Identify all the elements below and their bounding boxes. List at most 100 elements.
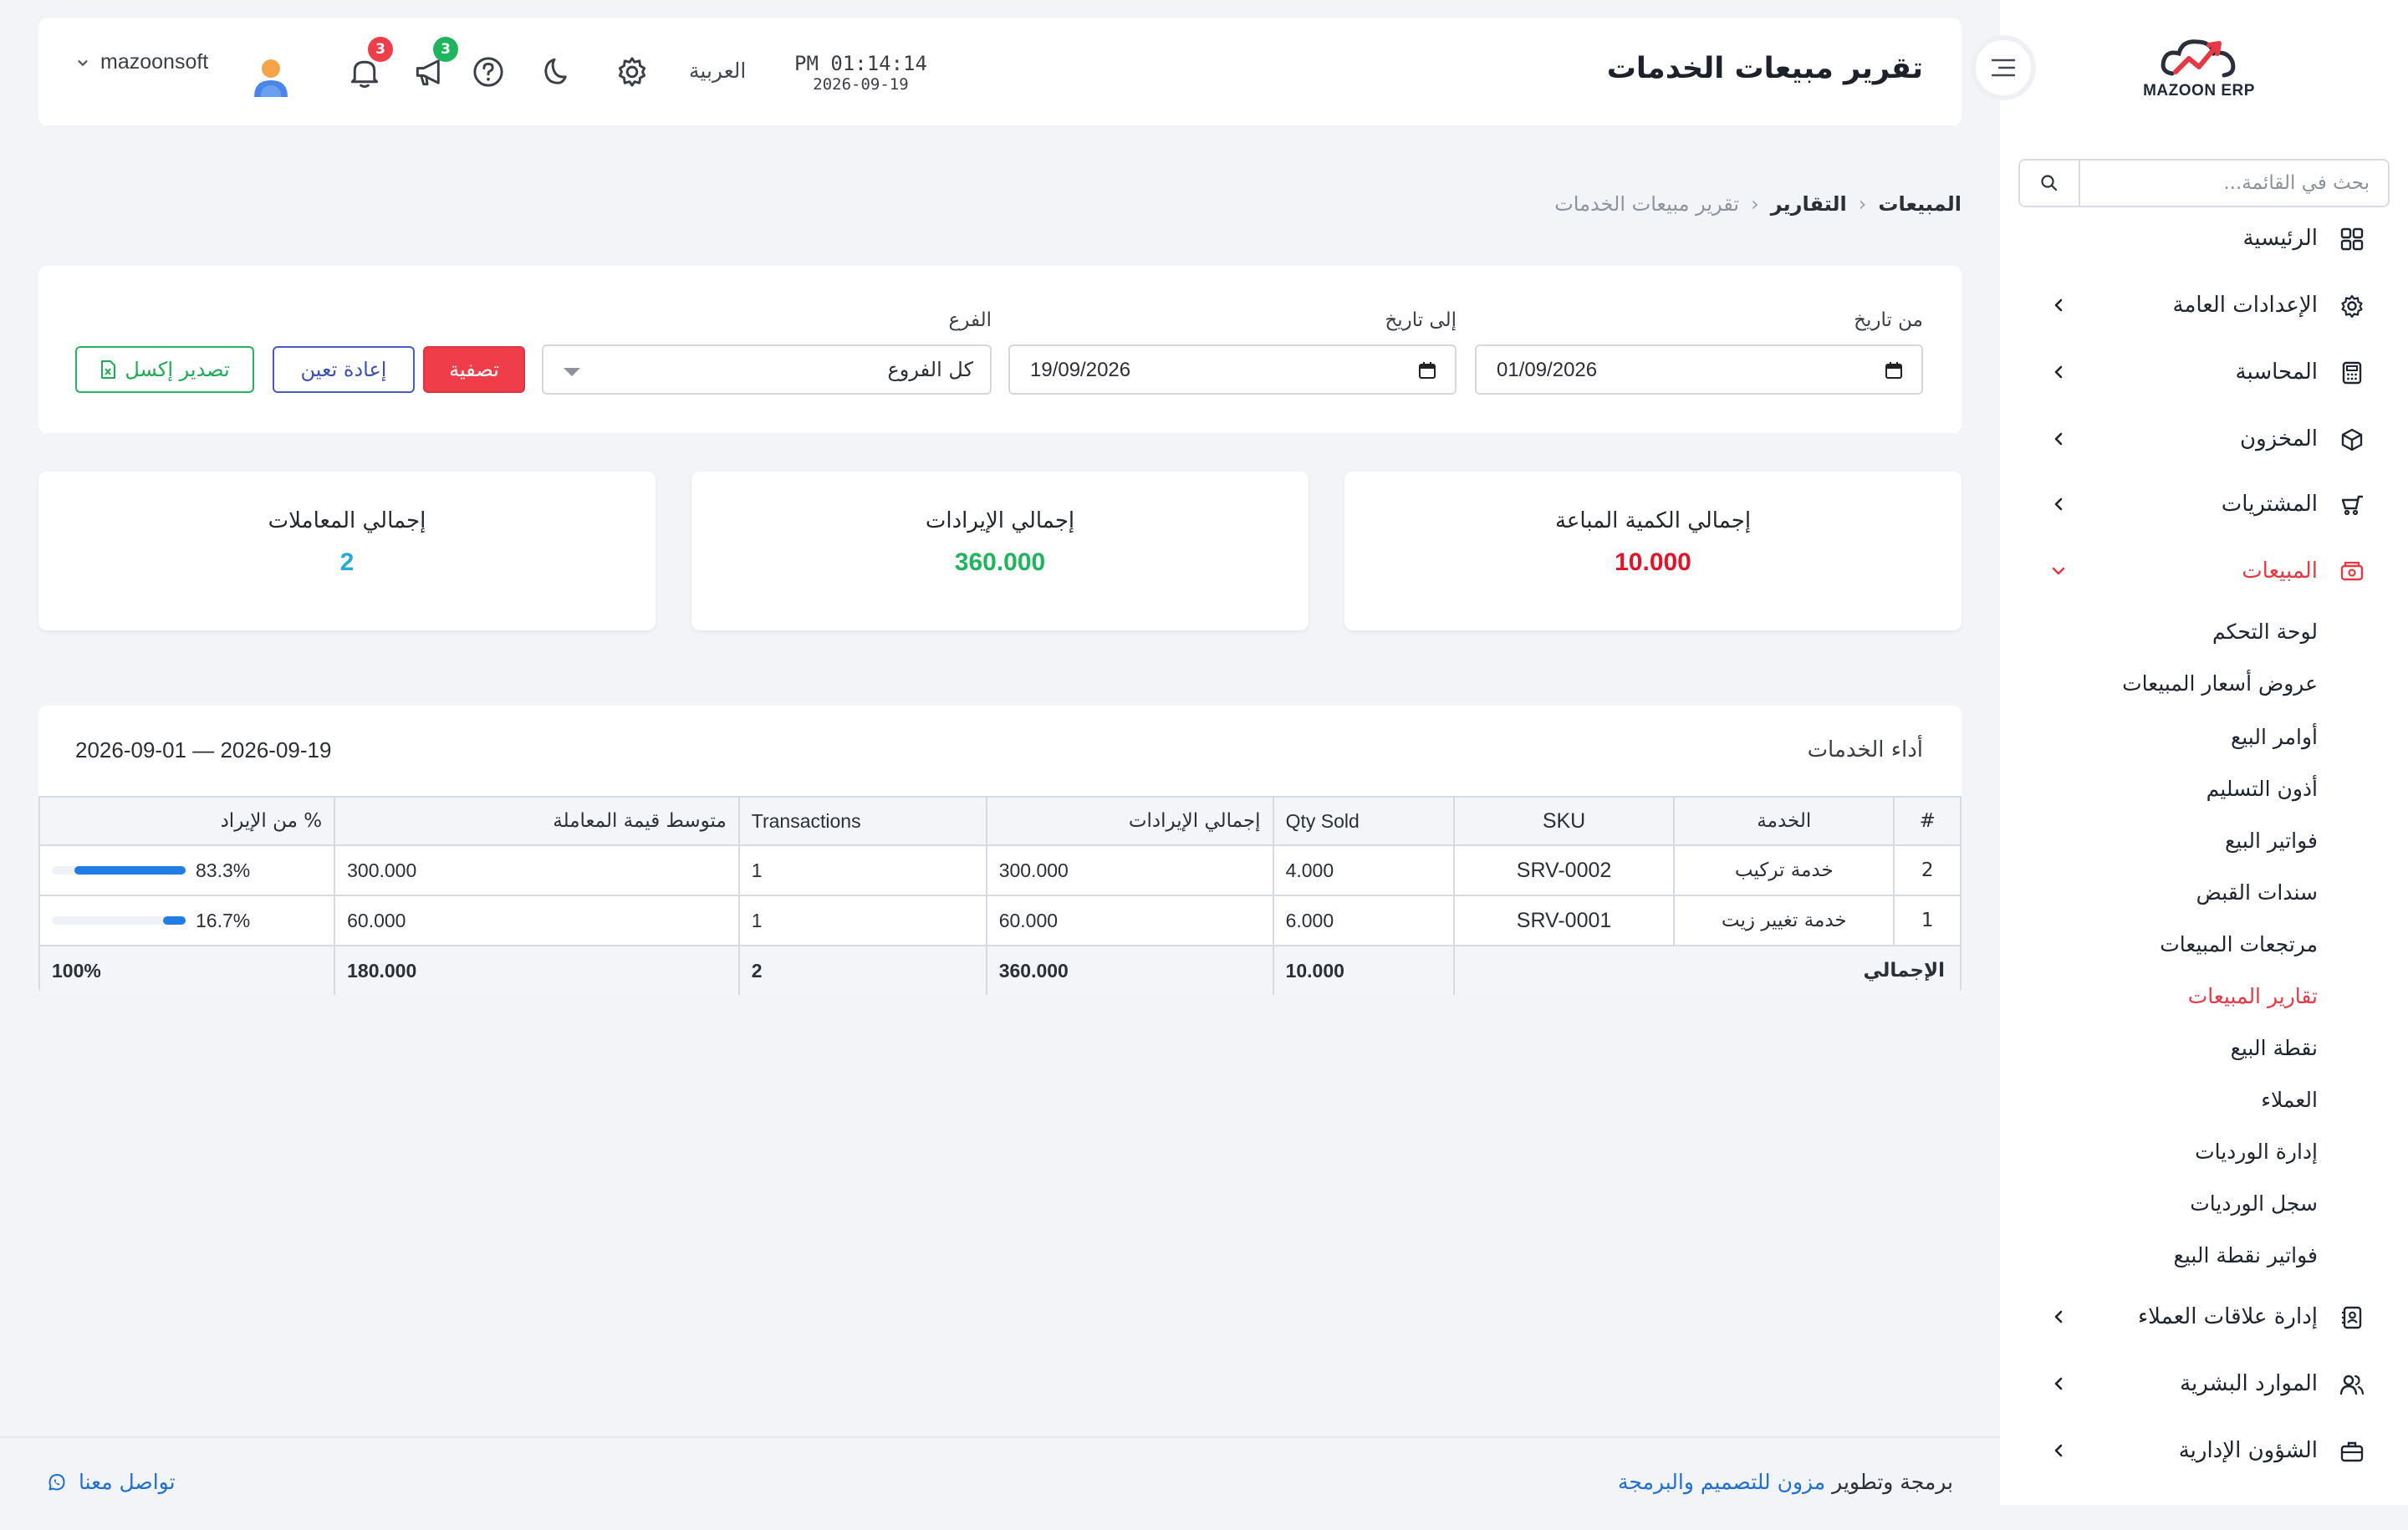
breadcrumb-reports[interactable]: التقارير (1771, 192, 1847, 216)
sales-sub-receipts[interactable]: سندات القبض (2196, 880, 2318, 905)
sales-sub-pos-invoices[interactable]: فواتير نقطة البيع (2174, 1243, 2318, 1267)
col-revenue[interactable]: إجمالي الإيرادات (985, 796, 1274, 846)
export-excel-button[interactable]: تصدير إكسل (75, 346, 254, 393)
sidebar-item-admin-affairs[interactable]: الشؤون الإدارية (2000, 1425, 2408, 1476)
stat-card-qty: إجمالي الكمية المباعة 10.000 (1344, 472, 1962, 630)
sales-sub-orders[interactable]: أوامر البيع (2231, 725, 2318, 749)
notifications-button[interactable]: 3 (346, 37, 393, 90)
announcements-button[interactable]: 3 (411, 37, 458, 90)
moon-icon (544, 58, 567, 84)
language-switch[interactable]: العربية (689, 59, 746, 83)
sales-sub-customers[interactable]: العملاء (2261, 1088, 2318, 1112)
to-date-label: إلى تاريخ (1385, 309, 1457, 331)
chevron-left-icon (2054, 298, 2063, 312)
sales-sub-dashboard[interactable]: لوحة التحكم (2212, 620, 2318, 644)
sales-sub-delivery[interactable]: أذون التسليم (2206, 777, 2318, 801)
cell-revenue: 60.000 (985, 895, 1274, 946)
sidebar-item-general-settings[interactable]: الإعدادات العامة (2000, 280, 2408, 330)
reset-button[interactable]: إعادة تعين (273, 346, 415, 393)
sidebar-toggle-button[interactable] (1971, 35, 2036, 100)
sidebar-item-hr[interactable]: الموارد البشرية (2000, 1359, 2408, 1409)
sales-sub-pos[interactable]: نقطة البيع (2231, 1036, 2318, 1060)
from-date-input[interactable]: 01/09/2026 (1475, 344, 1923, 395)
logo[interactable]: MAZOON ERP (2140, 33, 2258, 117)
table-title: أداء الخدمات (1807, 737, 1923, 762)
footer-credit: برمجة وتطوير مزون للتصميم والبرمجة (1618, 1470, 1953, 1494)
sidebar-item-sales[interactable]: المبيعات (2000, 546, 2408, 596)
calendar-icon (1885, 362, 1902, 379)
question-icon (473, 57, 503, 87)
dark-mode-toggle[interactable] (538, 54, 575, 90)
gear-icon (618, 57, 646, 87)
cell-qty: 4.000 (1272, 844, 1455, 896)
chevron-down-icon (78, 59, 88, 66)
branch-label: الفرع (948, 309, 992, 331)
sales-sub-returns[interactable]: مرتجعات المبيعات (2160, 932, 2318, 956)
sidebar-item-purchases[interactable]: المشتريات (2000, 479, 2408, 529)
footer-brand-link[interactable]: مزون للتصميم والبرمجة (1618, 1470, 1825, 1494)
sidebar: MAZOON ERP الرئيسية (2000, 0, 2408, 1505)
sales-sub-reports[interactable]: تقارير المبيعات (2188, 984, 2318, 1008)
username: mazoonsoft (100, 50, 209, 74)
cell-transactions: 1 (737, 844, 987, 896)
pct-text: 16.7% (196, 909, 251, 931)
sales-sub-shift-log[interactable]: سجل الورديات (2190, 1191, 2318, 1216)
col-sku[interactable]: SKU (1452, 796, 1676, 846)
filter-card: من تاريخ 01/09/2026 إلى تاريخ 19/09/2026… (38, 266, 1962, 433)
cash-register-icon (2340, 561, 2364, 581)
settings-button[interactable] (614, 54, 650, 90)
page-title: تقرير مبيعات الخدمات (1606, 52, 1923, 85)
table-row[interactable]: 2 خدمة تركيب SRV-0002 4.000 300.000 1 30… (38, 844, 1962, 896)
filter-button[interactable]: تصفية (423, 346, 525, 393)
chevron-left-icon (2054, 432, 2063, 446)
sidebar-item-crm[interactable]: إدارة علاقات العملاء (2000, 1292, 2408, 1342)
box-icon (2341, 428, 2363, 451)
sidebar-item-label: الإعدادات العامة (2172, 293, 2318, 318)
pct-cell: 83.3% (52, 859, 322, 882)
sidebar-item-accounting[interactable]: المحاسبة (2000, 347, 2408, 397)
col-avg[interactable]: متوسط قيمة المعاملة (334, 796, 740, 846)
col-transactions[interactable]: Transactions (737, 796, 987, 846)
col-qty[interactable]: Qty Sold (1272, 796, 1455, 846)
user-menu[interactable]: mazoonsoft (75, 50, 208, 74)
chevron-left-icon (2054, 365, 2063, 379)
menu-toggle-icon (1991, 59, 2016, 77)
sales-sub-quotations[interactable]: عروض أسعار المبيعات (2122, 671, 2318, 696)
table-header-row: # الخدمة SKU Qty Sold إجمالي الإيرادات T… (38, 796, 1962, 846)
to-date-value: 19/09/2026 (1030, 359, 1131, 381)
total-label: الإجمالي (1452, 945, 1962, 995)
gear-icon (2341, 294, 2363, 319)
notifications-badge: 3 (368, 37, 393, 62)
col-service[interactable]: الخدمة (1673, 796, 1895, 846)
search-icon (2041, 175, 2058, 191)
sidebar-item-inventory[interactable]: المخزون (2000, 414, 2408, 464)
stat-label: إجمالي المعاملات (268, 508, 426, 533)
branch-select[interactable]: كل الفروع (542, 344, 992, 395)
col-pct[interactable]: % من الإيراد (38, 796, 336, 846)
user-avatar-icon (254, 59, 288, 97)
cell-avg: 300.000 (334, 844, 740, 896)
clock-date: 2026-09-19 (813, 75, 909, 94)
from-date-value: 01/09/2026 (1497, 359, 1598, 381)
sidebar-search-input[interactable] (2080, 161, 2388, 206)
breadcrumb-current: تقرير مبيعات الخدمات (1554, 192, 1740, 216)
table-row[interactable]: 1 خدمة تغيير زيت SRV-0001 6.000 60.000 1… (38, 895, 1962, 946)
cell-service: خدمة تغيير زيت (1673, 895, 1895, 946)
sales-sub-invoices[interactable]: فواتير البيع (2225, 829, 2318, 853)
contact-link[interactable]: تواصل معنا (47, 1470, 176, 1494)
to-date-input[interactable]: 19/09/2026 (1008, 344, 1457, 395)
sidebar-item-home[interactable]: الرئيسية (2000, 213, 2408, 263)
sidebar-item-label: المحاسبة (2235, 360, 2318, 385)
avatar[interactable] (247, 54, 294, 100)
help-button[interactable] (470, 54, 507, 90)
breadcrumb-separator: ‹ (1751, 192, 1759, 216)
cell-num: 1 (1893, 895, 1962, 946)
col-num[interactable]: # (1893, 796, 1962, 846)
footer: برمجة وتطوير مزون للتصميم والبرمجة تواصل… (0, 1436, 2000, 1530)
cell-transactions: 1 (737, 895, 987, 946)
sales-sub-shifts[interactable]: إدارة الورديات (2195, 1140, 2318, 1164)
cell-qty: 6.000 (1272, 895, 1455, 946)
breadcrumb-sales[interactable]: المبيعات (1878, 192, 1962, 216)
search-button[interactable] (2020, 161, 2080, 206)
sidebar-item-label: الموارد البشرية (2180, 1371, 2318, 1396)
